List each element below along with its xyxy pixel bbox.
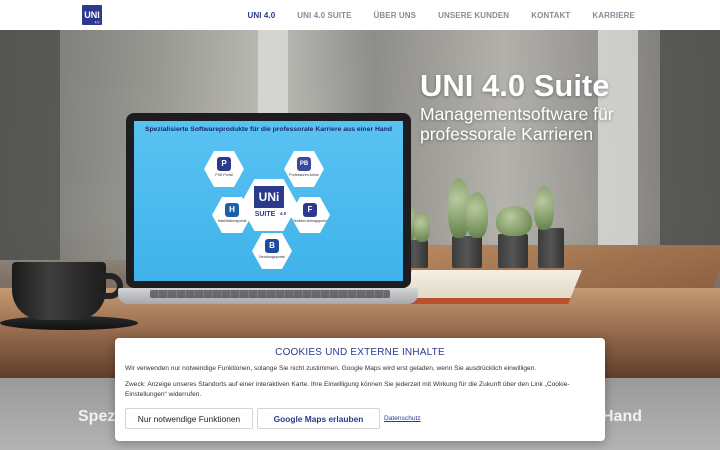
habilitation-portal-icon: H (225, 203, 239, 217)
nav-item-contact[interactable]: KONTAKT (531, 11, 570, 20)
window-frame (598, 30, 638, 260)
berufungsportal-icon: B (265, 239, 279, 253)
hero-subtitle: Managementsoftware für professorale Karr… (420, 104, 614, 144)
laptop-keyboard (150, 290, 390, 298)
laptop-screen: Spezialisierte Softwareprodukte für die … (134, 121, 403, 281)
antragsportal-icon: F (303, 203, 317, 217)
logo-subtext: 4.0 (95, 21, 100, 25)
necessary-only-button[interactable]: Nur notwendige Funktionen (125, 408, 253, 429)
nav-item-about[interactable]: ÜBER UNS (374, 11, 417, 20)
module-hex-phd: P PhD Portal (204, 151, 244, 187)
module-hex-berufung: B Berufungsportal (252, 233, 292, 269)
suite-label: SUITE (254, 211, 276, 218)
module-label: Flexibles Antragsportal (291, 219, 329, 223)
module-label: PhD Portal (215, 173, 233, 177)
nav-item-careers[interactable]: KARRIERE (592, 11, 635, 20)
window-shadow (0, 30, 60, 260)
allow-google-maps-button[interactable]: Google Maps erlauben (257, 408, 380, 429)
cookie-consent-dialog: COOKIES UND EXTERNE INHALTE Wir verwende… (115, 338, 605, 441)
module-label: Professuren-börse (289, 173, 319, 177)
suite-center-hex: UNi SUITE 4.0 (240, 179, 298, 231)
professurenboerse-icon: PB (297, 157, 311, 171)
module-label: Berufungsportal (259, 255, 285, 259)
module-label: Habilitationsportal (217, 219, 247, 223)
plant-pot (452, 236, 482, 268)
plant-leaf (466, 192, 488, 238)
cookie-text-intro: Wir verwenden nur notwendige Funktionen,… (125, 365, 537, 372)
suite-version: 4.0 (280, 211, 287, 216)
intro-heading-right: Hand (602, 408, 642, 425)
phd-portal-icon: P (217, 157, 231, 171)
cookie-title: COOKIES UND EXTERNE INHALTE (275, 347, 445, 358)
main-nav: UNI 4.0 UNI 4.0 SUITE ÜBER UNS UNSERE KU… (225, 0, 635, 30)
nav-item-suite[interactable]: UNI 4.0 SUITE (297, 11, 351, 20)
uni-logo[interactable]: UNI 4.0 (82, 5, 102, 25)
plant-pot (538, 228, 564, 268)
plant-leaf (534, 186, 554, 230)
nav-item-customers[interactable]: UNSERE KUNDEN (438, 11, 509, 20)
coffee-mug-image (12, 262, 106, 320)
screen-heading: Spezialisierte Softwareprodukte für die … (144, 126, 393, 133)
window-shadow (660, 30, 720, 260)
plant-leaf (414, 212, 430, 242)
hero-title: UNI 4.0 Suite (420, 68, 610, 103)
logo-text: UNI (84, 10, 100, 20)
nav-item-uni40[interactable]: UNI 4.0 (247, 11, 275, 20)
plant-leaf (496, 206, 532, 236)
privacy-link[interactable]: Datenschutz (384, 415, 421, 422)
site-header: UNI 4.0 UNI 4.0 UNI 4.0 SUITE ÜBER UNS U… (0, 0, 720, 30)
intro-heading-left: Spez (78, 408, 116, 425)
module-hex-professurenboerse: PB Professuren-börse (284, 151, 324, 187)
open-book-image (398, 270, 582, 304)
cookie-text-purpose: Zweck: Anzeige unseres Standorts auf ein… (125, 381, 570, 398)
suite-logo: UNi (254, 186, 284, 208)
plant-pot (498, 234, 528, 268)
